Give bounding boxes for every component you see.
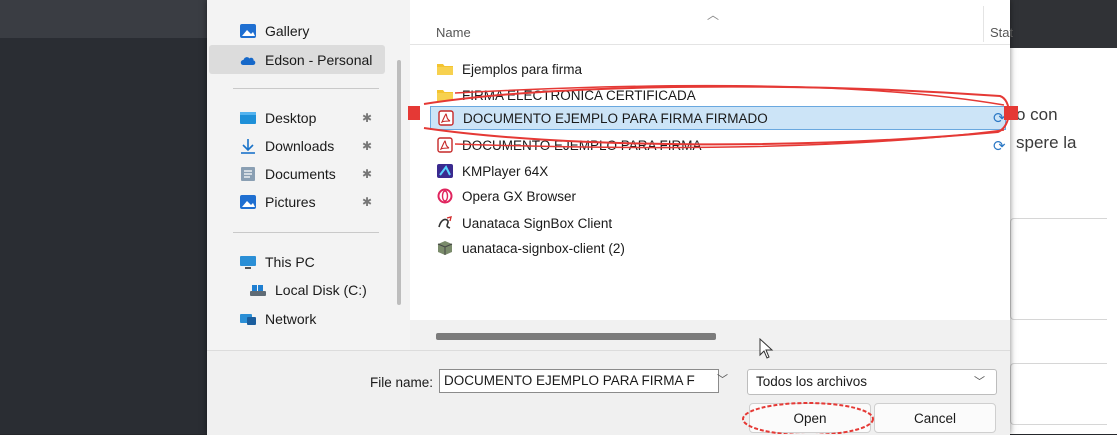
file-row-selected[interactable]: DOCUMENTO EJEMPLO PARA FIRMA FIRMADO — [430, 106, 1006, 130]
download-icon — [241, 138, 255, 154]
file-row[interactable]: uanataca-signbox-client (2) — [430, 236, 1006, 260]
background-card — [1010, 218, 1107, 320]
file-row[interactable]: DOCUMENTO EJEMPLO PARA FIRMA — [430, 133, 1006, 157]
documents-icon — [241, 166, 255, 181]
network-icon — [240, 313, 256, 325]
file-name-label: File name: — [370, 375, 434, 390]
drive-icon — [250, 284, 266, 296]
nav-label-network: Network — [265, 310, 317, 327]
sort-up-icon: ︿ — [707, 8, 720, 22]
file-type-select[interactable]: Todos los archivos — [747, 369, 997, 395]
nav-scrollbar[interactable] — [397, 60, 401, 305]
file-row[interactable]: FIRMA ELECTRONICA CERTIFICADA — [430, 83, 1006, 107]
column-divider[interactable] — [983, 6, 984, 42]
pdf-icon — [437, 137, 453, 153]
file-row[interactable]: Opera GX Browser — [430, 184, 1006, 208]
nav-label-documents: Documents — [265, 165, 336, 182]
column-name[interactable]: Name — [436, 25, 471, 40]
nav-label-desktop: Desktop — [265, 109, 317, 126]
column-status[interactable]: Stat — [990, 25, 1013, 40]
nav-label-local-disk: Local Disk (C:) — [275, 281, 367, 298]
file-open-dialog: Gallery Edson - Personal Desktop ✱ Downl… — [207, 0, 1013, 435]
nav-item-pictures[interactable]: Pictures — [209, 187, 385, 216]
horizontal-scrollbar[interactable] — [436, 333, 716, 340]
background-text-line-1: o con — [1016, 105, 1058, 124]
cancel-button[interactable]: Cancel — [874, 403, 996, 433]
pin-icon: ✱ — [362, 167, 373, 181]
pictures-icon — [240, 194, 256, 209]
nav-divider — [233, 232, 379, 233]
opera-gx-icon — [437, 188, 453, 204]
pin-icon: ✱ — [362, 195, 373, 209]
kmplayer-icon — [437, 164, 453, 178]
nav-item-documents[interactable]: Documents — [209, 159, 385, 188]
nav-label-onedrive: Edson - Personal — [265, 51, 373, 68]
mouse-cursor-icon — [759, 338, 774, 359]
file-list: ︿ Name Stat Ejemplos para firma FIRMA EL… — [410, 0, 1013, 350]
pdf-icon — [438, 110, 454, 126]
background-left-panel — [0, 0, 207, 434]
file-name: uanataca-signbox-client (2) — [462, 240, 625, 256]
background-card-2 — [1010, 363, 1107, 425]
nav-label-this-pc: This PC — [265, 253, 315, 270]
file-row[interactable]: Ejemplos para firma — [430, 57, 1006, 81]
cloud-icon — [240, 56, 256, 65]
installer-icon — [437, 241, 453, 255]
signbox-icon — [438, 216, 452, 229]
navigation-pane: Gallery Edson - Personal Desktop ✱ Downl… — [207, 0, 410, 350]
file-name: Uanataca SignBox Client — [462, 215, 613, 231]
nav-item-downloads[interactable]: Downloads — [209, 131, 385, 160]
nav-item-network[interactable]: Network — [209, 304, 385, 333]
file-name: Ejemplos para firma — [462, 61, 583, 77]
open-button[interactable]: Open — [749, 403, 871, 433]
chevron-down-icon[interactable]: ﹀ — [717, 371, 728, 387]
file-name: KMPlayer 64X — [462, 163, 549, 179]
nav-item-desktop[interactable]: Desktop — [209, 103, 385, 132]
file-name: DOCUMENTO EJEMPLO PARA FIRMA FIRMADO — [463, 110, 768, 126]
background-text-line-2: spere la — [1016, 133, 1077, 152]
column-header: ︿ Name Stat — [410, 0, 1013, 45]
file-name: Opera GX Browser — [462, 188, 577, 204]
pin-icon: ✱ — [362, 111, 373, 125]
nav-label-downloads: Downloads — [265, 137, 335, 154]
background-left-band — [0, 0, 207, 38]
file-name-input[interactable]: DOCUMENTO EJEMPLO PARA FIRMA F — [439, 369, 719, 393]
file-name: FIRMA ELECTRONICA CERTIFICADA — [462, 87, 696, 103]
nav-item-this-pc[interactable]: This PC — [209, 247, 385, 276]
file-name: DOCUMENTO EJEMPLO PARA FIRMA — [462, 137, 702, 153]
sync-icon: ⟳ — [993, 110, 1006, 127]
pin-icon: ✱ — [362, 139, 373, 153]
file-row[interactable]: Uanataca SignBox Client — [430, 211, 1006, 235]
sync-icon: ⟳ — [993, 138, 1006, 155]
background-page-header — [1010, 0, 1117, 48]
nav-item-onedrive[interactable]: Edson - Personal — [209, 45, 385, 74]
folder-icon — [437, 90, 453, 101]
desktop-folder-icon — [240, 111, 256, 124]
folder-icon — [437, 64, 453, 75]
nav-divider — [233, 88, 379, 89]
chevron-down-icon: ﹀ — [974, 376, 985, 388]
file-row[interactable]: KMPlayer 64X — [430, 159, 1006, 183]
nav-label-gallery: Gallery — [265, 22, 310, 39]
nav-item-gallery[interactable]: Gallery — [209, 16, 385, 45]
nav-label-pictures: Pictures — [265, 193, 316, 210]
computer-icon — [240, 255, 256, 269]
nav-item-local-disk[interactable]: Local Disk (C:) — [209, 275, 385, 304]
gallery-icon — [240, 23, 256, 38]
